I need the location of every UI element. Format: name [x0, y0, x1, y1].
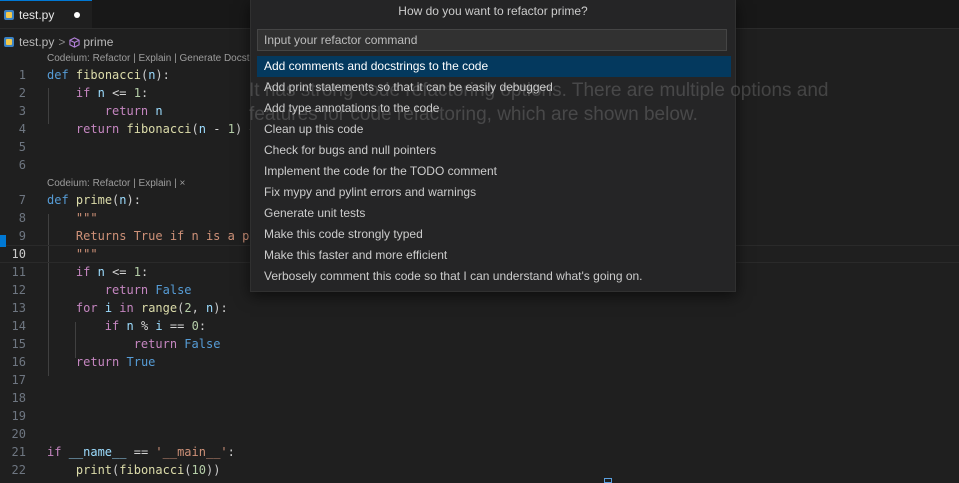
- refactor-option[interactable]: Check for bugs and null pointers: [257, 140, 731, 161]
- refactor-option[interactable]: Fix mypy and pylint errors and warnings: [257, 182, 731, 203]
- code-line: 17: [11, 373, 26, 387]
- refactor-command-input[interactable]: Input your refactor command: [257, 29, 727, 51]
- function-symbol-icon: [69, 36, 81, 48]
- python-file-icon: [4, 37, 14, 47]
- refactor-option[interactable]: Generate unit tests: [257, 203, 731, 224]
- codelens-prime[interactable]: Codeium: Refactor | Explain | ×: [47, 178, 185, 189]
- python-file-icon: [4, 9, 14, 20]
- code-line: 15 return False: [11, 337, 221, 351]
- tab-label: test.py: [19, 7, 55, 22]
- refactor-option[interactable]: Verbosely comment this code so that I ca…: [257, 266, 731, 287]
- code-line: 19: [11, 409, 26, 423]
- refactor-option[interactable]: Make this faster and more efficient: [257, 245, 731, 266]
- code-line: 21 if __name__ == '__main__':: [11, 445, 235, 459]
- scroll-marker-icon: [604, 478, 612, 483]
- code-line: 14 if n % i == 0:: [11, 319, 207, 333]
- breadcrumb: test.py > prime: [0, 34, 113, 50]
- breadcrumb-symbol[interactable]: prime: [83, 35, 113, 49]
- tab-test-py[interactable]: test.py: [0, 0, 92, 28]
- codelens-fibonacci[interactable]: Codeium: Refactor | Explain | Generate D…: [47, 53, 255, 64]
- code-line: 13 for i in range(2, n):: [11, 301, 228, 315]
- breadcrumb-separator: >: [58, 35, 66, 49]
- overlay-caption: It has strong code refactoring options. …: [249, 80, 829, 125]
- code-line: 18: [11, 391, 26, 405]
- current-line-marker-icon: [0, 235, 6, 247]
- code-line: 22 print(fibonacci(10)): [11, 463, 221, 477]
- breadcrumb-file[interactable]: test.py: [19, 35, 54, 49]
- code-line: 20: [11, 427, 26, 441]
- refactor-option[interactable]: Add comments and docstrings to the code: [257, 56, 731, 77]
- unsaved-dot-icon[interactable]: [74, 12, 80, 18]
- refactor-option[interactable]: Implement the code for the TODO comment: [257, 161, 731, 182]
- refactor-command-palette: How do you want to refactor prime? Input…: [250, 0, 736, 292]
- palette-title: How do you want to refactor prime?: [398, 4, 588, 18]
- refactor-option[interactable]: Make this code strongly typed: [257, 224, 731, 245]
- code-line: 16 return True: [11, 355, 156, 369]
